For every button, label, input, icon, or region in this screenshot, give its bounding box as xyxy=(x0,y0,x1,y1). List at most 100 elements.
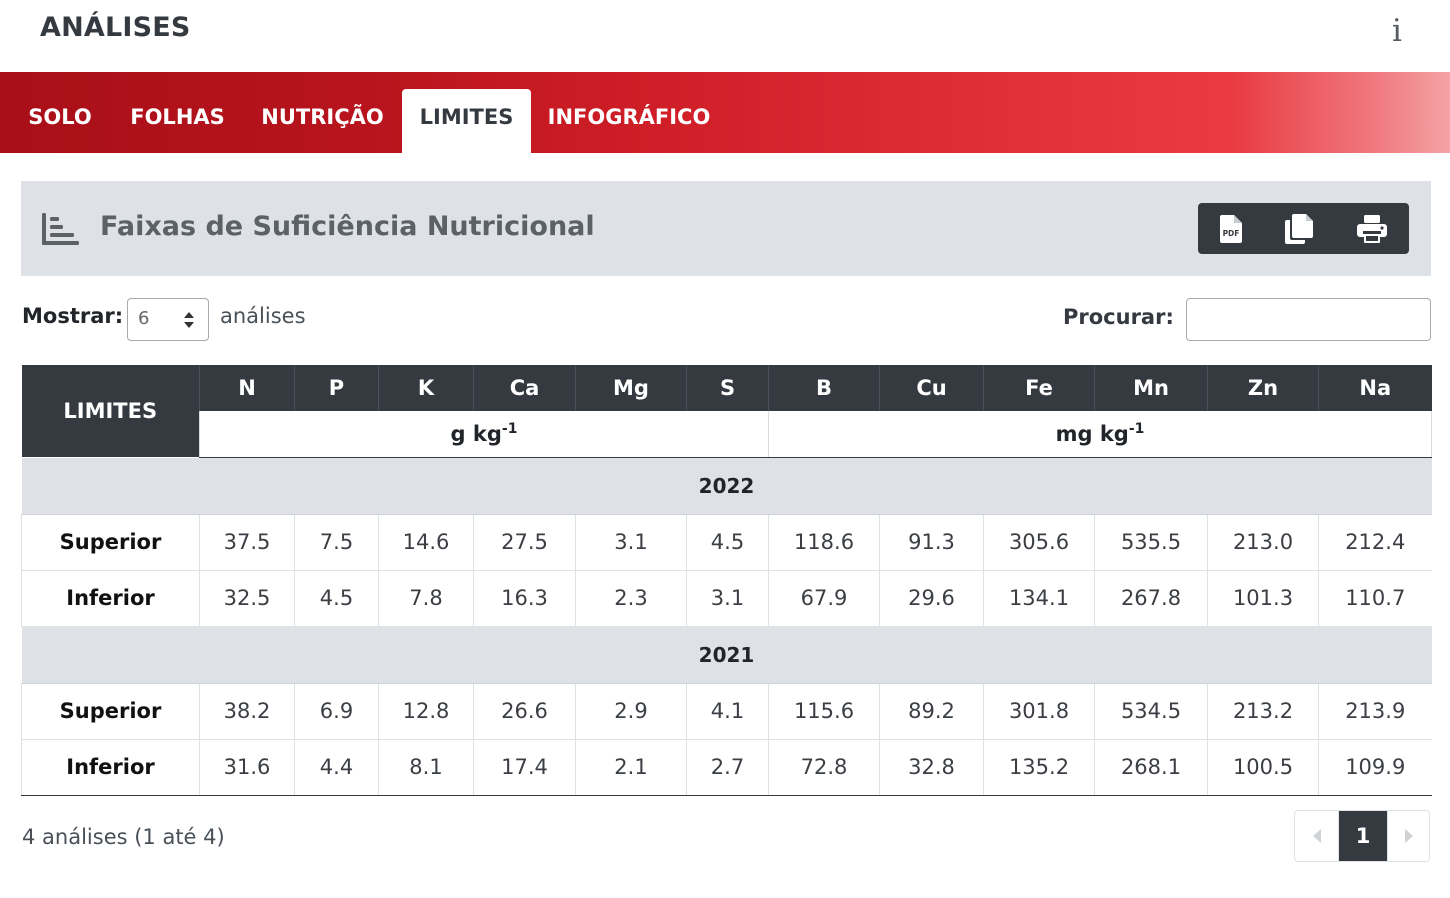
table-cell: 7.5 xyxy=(294,514,379,571)
card-header: Faixas de Suficiência Nutricional PDF xyxy=(21,181,1431,276)
copy-icon xyxy=(1285,213,1313,244)
corner-header: LIMITES xyxy=(21,365,200,457)
col-header-n[interactable]: N xyxy=(199,365,295,411)
chevron-left-icon xyxy=(1312,829,1321,843)
table-cell: 115.6 xyxy=(768,683,880,740)
year-label: 2022 xyxy=(21,457,1432,515)
unit-header-macro: g kg-1 xyxy=(199,411,769,458)
col-header-mn[interactable]: Mn xyxy=(1094,365,1208,411)
table-cell: 91.3 xyxy=(879,514,984,571)
col-header-p[interactable]: P xyxy=(294,365,379,411)
table-cell: 4.4 xyxy=(294,739,379,796)
table-cell: 7.8 xyxy=(378,570,474,627)
info-icon[interactable]: i xyxy=(1384,12,1410,50)
table-cell: 2.3 xyxy=(575,570,687,627)
tab-nutricao[interactable]: NUTRIÇÃO xyxy=(245,89,400,153)
table-body: 2022 Superior 37.5 7.5 14.6 27.5 3.1 4.5 118.6 91… xyxy=(21,457,1432,796)
table-cell: 3.1 xyxy=(575,514,687,571)
year-row: 2022 xyxy=(21,457,1432,515)
table-cell: 4.5 xyxy=(686,514,769,571)
unit-header-micro: mg kg-1 xyxy=(768,411,1432,458)
table-cell: 213.9 xyxy=(1318,683,1432,740)
limits-table: LIMITES N P K Ca Mg S B Cu Fe Mn Zn Na g… xyxy=(21,365,1432,796)
table-cell: 89.2 xyxy=(879,683,984,740)
tab-folhas[interactable]: FOLHAS xyxy=(120,89,235,153)
unit-base: mg kg xyxy=(1055,422,1129,447)
table-cell: 135.2 xyxy=(983,739,1095,796)
col-header-fe[interactable]: Fe xyxy=(983,365,1095,411)
print-icon xyxy=(1356,214,1387,243)
unit-base: g kg xyxy=(450,422,502,447)
show-suffix: análises xyxy=(220,304,306,328)
col-header-na[interactable]: Na xyxy=(1318,365,1432,411)
table-cell: 110.7 xyxy=(1318,570,1432,627)
col-header-cu[interactable]: Cu xyxy=(879,365,984,411)
table-cell: 38.2 xyxy=(199,683,295,740)
year-row: 2021 xyxy=(21,626,1432,684)
chart-bar-icon xyxy=(42,213,79,245)
tab-limites[interactable]: LIMITES xyxy=(402,89,531,153)
page-size-select[interactable]: 6 xyxy=(127,298,209,341)
table-cell: 8.1 xyxy=(378,739,474,796)
table-cell: 301.8 xyxy=(983,683,1095,740)
table-cell: 100.5 xyxy=(1207,739,1319,796)
table-cell: 32.5 xyxy=(199,570,295,627)
tab-infografico[interactable]: INFOGRÁFICO xyxy=(540,89,718,153)
table-info: 4 análises (1 até 4) xyxy=(22,825,225,849)
table-cell: 72.8 xyxy=(768,739,880,796)
table-cell: 37.5 xyxy=(199,514,295,571)
copy-button[interactable] xyxy=(1264,203,1334,254)
row-label: Inferior xyxy=(21,570,200,627)
row-label: Superior xyxy=(21,683,200,740)
tab-bar: SOLO FOLHAS NUTRIÇÃO LIMITES INFOGRÁFICO xyxy=(0,72,1450,153)
page-size-value: 6 xyxy=(138,308,150,329)
col-header-mg[interactable]: Mg xyxy=(575,365,687,411)
search-label: Procurar: xyxy=(1063,305,1174,329)
table-cell: 32.8 xyxy=(879,739,984,796)
col-header-zn[interactable]: Zn xyxy=(1207,365,1319,411)
table-cell: 29.6 xyxy=(879,570,984,627)
table-row: Superior 38.2 6.9 12.8 26.6 2.9 4.1 115.6 89.2 30… xyxy=(21,683,1432,740)
col-header-k[interactable]: K xyxy=(378,365,474,411)
prev-page-button[interactable] xyxy=(1295,811,1339,861)
export-button-group: PDF xyxy=(1198,203,1409,254)
col-header-ca[interactable]: Ca xyxy=(473,365,576,411)
pdf-export-button[interactable]: PDF xyxy=(1198,203,1264,254)
table-cell: 534.5 xyxy=(1094,683,1208,740)
unit-exponent: -1 xyxy=(1128,421,1145,438)
table-cell: 109.9 xyxy=(1318,739,1432,796)
next-page-button[interactable] xyxy=(1387,811,1429,861)
table-cell: 212.4 xyxy=(1318,514,1432,571)
table-cell: 27.5 xyxy=(473,514,576,571)
table-cell: 101.3 xyxy=(1207,570,1319,627)
row-label: Inferior xyxy=(21,739,200,796)
table-cell: 213.0 xyxy=(1207,514,1319,571)
print-button[interactable] xyxy=(1334,203,1409,254)
table-cell: 2.1 xyxy=(575,739,687,796)
table-row: Superior 37.5 7.5 14.6 27.5 3.1 4.5 118.6 91.3 30… xyxy=(21,514,1432,571)
table-row: Inferior 32.5 4.5 7.8 16.3 2.3 3.1 67.9 29.6 134.… xyxy=(21,570,1432,627)
table-cell: 2.7 xyxy=(686,739,769,796)
table-cell: 6.9 xyxy=(294,683,379,740)
pdf-icon-text: PDF xyxy=(1223,229,1240,238)
chevron-right-icon xyxy=(1404,829,1413,843)
table-row: Inferior 31.6 4.4 8.1 17.4 2.1 2.7 72.8 32.8 135.… xyxy=(21,739,1432,796)
table-cell: 31.6 xyxy=(199,739,295,796)
table-cell: 268.1 xyxy=(1094,739,1208,796)
table-cell: 67.9 xyxy=(768,570,880,627)
page-1-button[interactable]: 1 xyxy=(1339,811,1387,861)
app-title: ANÁLISES xyxy=(40,12,191,43)
col-header-b[interactable]: B xyxy=(768,365,880,411)
table-cell: 535.5 xyxy=(1094,514,1208,571)
table-cell: 12.8 xyxy=(378,683,474,740)
table-cell: 3.1 xyxy=(686,570,769,627)
pagination: 1 xyxy=(1294,810,1430,862)
table-cell: 26.6 xyxy=(473,683,576,740)
table-cell: 305.6 xyxy=(983,514,1095,571)
search-input[interactable] xyxy=(1186,298,1431,341)
col-header-s[interactable]: S xyxy=(686,365,769,411)
table-cell: 2.9 xyxy=(575,683,687,740)
tab-solo[interactable]: SOLO xyxy=(10,89,110,153)
file-pdf-icon: PDF xyxy=(1220,214,1242,243)
row-label: Superior xyxy=(21,514,200,571)
